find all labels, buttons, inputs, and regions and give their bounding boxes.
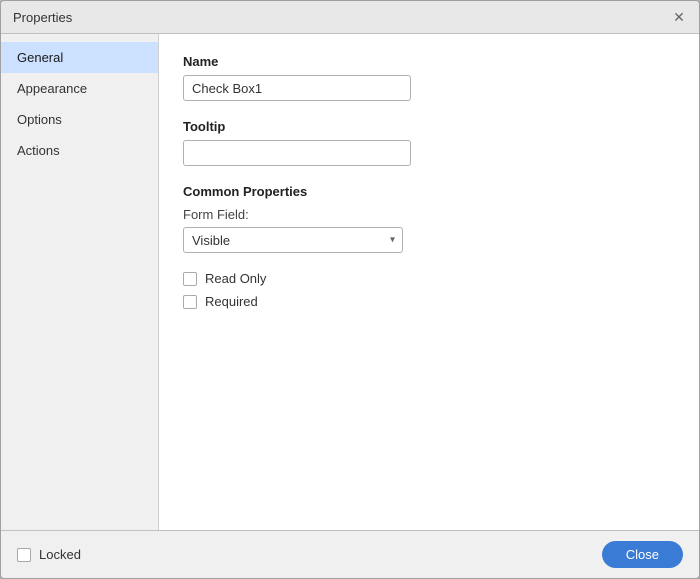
dialog-title: Properties xyxy=(13,10,72,25)
close-dialog-button[interactable]: Close xyxy=(602,541,683,568)
sidebar-item-general[interactable]: General xyxy=(1,42,158,73)
sidebar: General Appearance Options Actions xyxy=(1,34,159,530)
name-label: Name xyxy=(183,54,675,69)
required-row: Required xyxy=(183,294,675,309)
read-only-row: Read Only xyxy=(183,271,675,286)
form-field-label: Form Field: xyxy=(183,207,675,222)
footer: Locked Close xyxy=(1,530,699,578)
window-close-button[interactable]: ✕ xyxy=(671,9,687,25)
main-content: General Appearance Options Actions Name … xyxy=(1,34,699,530)
form-field-select-wrapper: Visible Hidden No Print No View ▾ xyxy=(183,227,403,253)
name-field-group: Name xyxy=(183,54,675,101)
properties-dialog: Properties ✕ General Appearance Options … xyxy=(0,0,700,579)
sidebar-item-appearance[interactable]: Appearance xyxy=(1,73,158,104)
locked-label[interactable]: Locked xyxy=(39,547,81,562)
name-input[interactable] xyxy=(183,75,411,101)
locked-checkbox[interactable] xyxy=(17,548,31,562)
title-bar: Properties ✕ xyxy=(1,1,699,34)
form-field-select[interactable]: Visible Hidden No Print No View xyxy=(183,227,403,253)
read-only-label[interactable]: Read Only xyxy=(205,271,266,286)
common-properties-group: Common Properties Form Field: Visible Hi… xyxy=(183,184,675,253)
tooltip-input[interactable] xyxy=(183,140,411,166)
content-area: Name Tooltip Common Properties Form Fiel… xyxy=(159,34,699,530)
sidebar-item-options[interactable]: Options xyxy=(1,104,158,135)
read-only-checkbox[interactable] xyxy=(183,272,197,286)
common-properties-title: Common Properties xyxy=(183,184,675,199)
locked-row: Locked xyxy=(17,547,81,562)
tooltip-field-group: Tooltip xyxy=(183,119,675,166)
required-label[interactable]: Required xyxy=(205,294,258,309)
tooltip-label: Tooltip xyxy=(183,119,675,134)
sidebar-item-actions[interactable]: Actions xyxy=(1,135,158,166)
required-checkbox[interactable] xyxy=(183,295,197,309)
